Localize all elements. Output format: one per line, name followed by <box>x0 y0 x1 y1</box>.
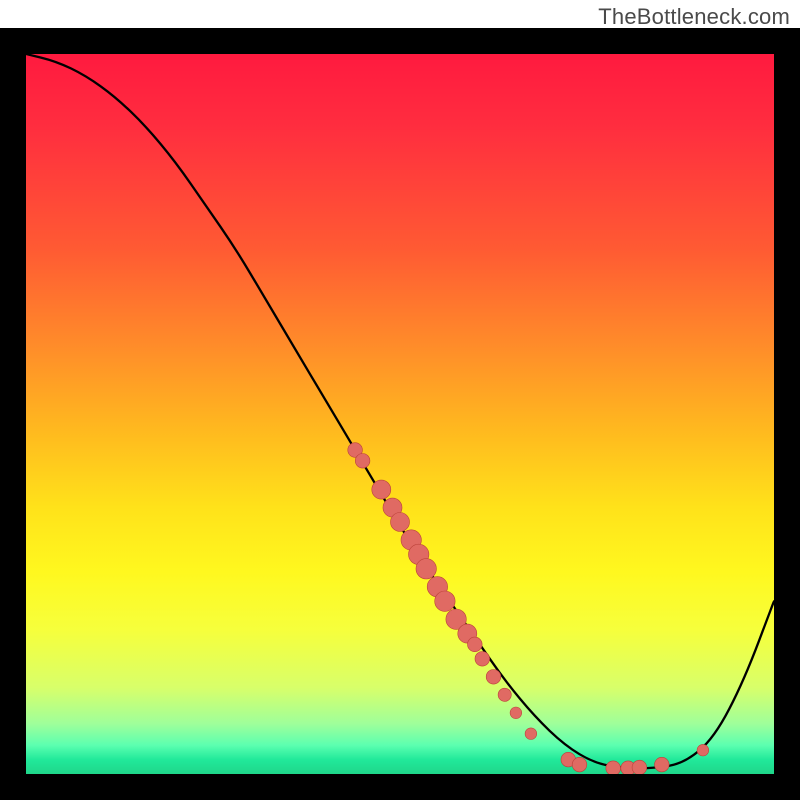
data-marker <box>632 760 647 774</box>
data-marker <box>498 688 511 701</box>
data-marker <box>475 652 490 667</box>
data-marker <box>655 757 670 772</box>
data-marker <box>606 761 621 774</box>
data-marker <box>372 480 391 499</box>
chart-stage: TheBottleneck.com <box>0 0 800 800</box>
data-markers <box>348 443 709 774</box>
data-marker <box>416 559 436 579</box>
data-marker <box>435 591 455 611</box>
watermark-text: TheBottleneck.com <box>598 4 790 30</box>
plot-area <box>26 54 774 774</box>
data-marker <box>572 757 587 772</box>
data-marker <box>510 707 522 719</box>
chart-svg <box>26 54 774 774</box>
data-marker <box>468 637 483 652</box>
data-marker <box>486 670 501 685</box>
chart-frame <box>0 28 800 800</box>
data-marker <box>391 513 410 532</box>
data-marker <box>525 728 537 740</box>
data-marker <box>355 454 370 469</box>
data-marker <box>697 744 709 756</box>
bottleneck-curve <box>26 54 774 768</box>
